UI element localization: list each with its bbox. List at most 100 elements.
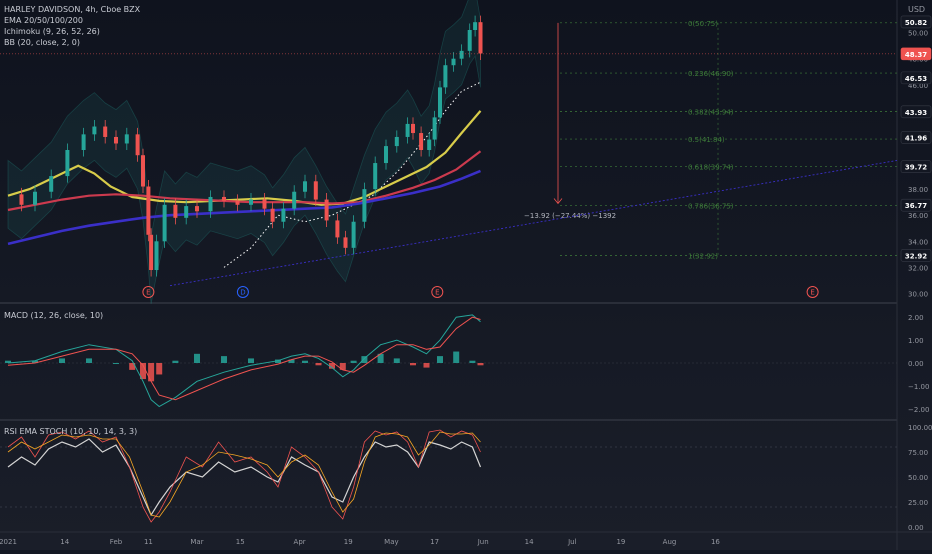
candle-body [411,123,415,134]
candle-body [351,221,356,248]
fib-level-label: 0.236(46.90) [688,70,734,78]
price-tick-label: 38.00 [908,186,928,194]
candle-body [343,237,348,248]
chart-canvas[interactable]: 0(50.75) 0.236(46.90) 0.382(43.94) 0.5(41.8… [0,0,932,550]
rsi-tick-label: 50.00 [908,474,928,482]
measure-label: −13.92 (−27.44%) −1392 [524,212,616,220]
rsi-legend[interactable]: RSI EMA STOCH (10, 10, 14, 3, 3) [4,426,137,437]
candle-body [114,136,118,144]
macd-tick-label: −2.00 [908,406,929,414]
main-legend: HARLEY DAVIDSON, 4h, Cboe BZX EMA 20/50/… [4,4,140,48]
time-tick-label: 14 [60,538,69,546]
time-tick-label: Mar [190,538,203,546]
macd-histogram-bar [221,356,227,363]
macd-histogram-bar [393,358,400,363]
macd-histogram-bar [437,356,443,363]
macd-histogram-bar [469,360,476,363]
legend-symbol[interactable]: HARLEY DAVIDSON, 4h, Cboe BZX [4,4,140,15]
macd-legend[interactable]: MACD (12, 26, close, 10) [4,310,103,321]
legend-ichimoku[interactable]: Ichimoku (9, 26, 52, 26) [4,26,140,37]
time-tick-label: 14 [525,538,534,546]
price-label: 46.53 [905,75,927,83]
candle-body [473,22,478,30]
candle-body [103,126,108,137]
time-tick-label: 15 [236,538,245,546]
candle-body [81,134,86,150]
candle-body [451,58,456,66]
currency-label: USD [908,5,926,14]
fib-level-label: 0.5(41.84) [688,136,725,144]
candle-body [427,139,432,150]
legend-bb[interactable]: BB (20, close, 2, 0) [4,37,140,48]
macd-histogram-bar [172,360,179,363]
candle-body [162,204,167,242]
macd-tick-label: 0.00 [908,360,924,368]
candle-body [141,155,145,187]
candle-body [281,208,286,222]
candle-body [362,189,367,222]
candle-body [324,199,329,221]
candle-body [135,134,140,156]
time-tick-label: 19 [616,538,625,546]
candle-body [65,150,70,177]
candle-body [146,186,151,235]
candle-body [335,220,340,238]
time-tick-label: 19 [344,538,353,546]
candle-body [19,194,24,205]
macd-histogram-bar [410,363,416,366]
macd-histogram-bar [59,358,65,363]
candle-body [432,117,437,140]
candle-body [438,87,442,118]
fib-level-label: 0.618(39.74) [688,163,734,171]
time-tick-label: 17 [430,538,439,546]
price-tick-label: 50.00 [908,30,928,38]
candle-body [384,146,388,164]
candle-body [303,181,307,192]
event-marker-label: E [435,289,439,297]
price-label: 48.37 [905,51,927,59]
rsi-tick-label: 0.00 [908,524,924,532]
macd-histogram-bar [248,358,254,363]
time-tick-label: 11 [144,538,153,546]
price-label: 39.72 [905,164,927,172]
time-tick-label: Jul [567,538,577,546]
candle-body [124,134,129,144]
macd-histogram-bar [156,363,163,375]
price-label: 36.77 [905,202,927,210]
candle-body [222,196,226,201]
time-tick-label: Apr [294,538,306,546]
macd-histogram-bar [477,363,484,366]
macd-histogram-bar [423,363,430,368]
rsi-tick-label: 75.00 [908,449,928,457]
legend-ema[interactable]: EMA 20/50/100/200 [4,15,140,26]
candle-body [33,191,37,205]
candle-body [443,65,448,88]
macd-histogram-bar [148,363,155,382]
candle-body [149,234,154,270]
event-marker-label: E [810,289,814,297]
candle-body [92,126,97,135]
time-tick-label: 16 [711,538,720,546]
trading-chart[interactable]: 0(50.75) 0.236(46.90) 0.382(43.94) 0.5(41.8… [0,0,932,550]
candle-body [394,136,399,147]
price-label: 43.93 [905,109,927,117]
fib-level-label: 0(50.75) [688,20,718,28]
candle-body [154,241,159,270]
time-tick-label: Jun [477,538,489,546]
price-label: 41.96 [905,134,927,142]
candle-body [270,208,275,222]
price-label: 50.82 [905,19,927,27]
macd-tick-label: 2.00 [908,314,924,322]
candle-body [467,30,472,51]
candle-body [478,22,483,54]
fib-level-label: 0.786(36.75) [688,202,734,210]
candle-body [235,200,240,205]
event-marker-label: D [240,289,245,297]
rsi-tick-label: 100.00 [908,424,932,432]
time-tick-label: Feb [110,538,123,546]
fib-level-label: 0.382(43.94) [688,109,734,117]
time-tick-label: 2021 [0,538,17,546]
candle-body [195,206,199,212]
candle-body [292,191,297,209]
candle-body [459,50,464,59]
